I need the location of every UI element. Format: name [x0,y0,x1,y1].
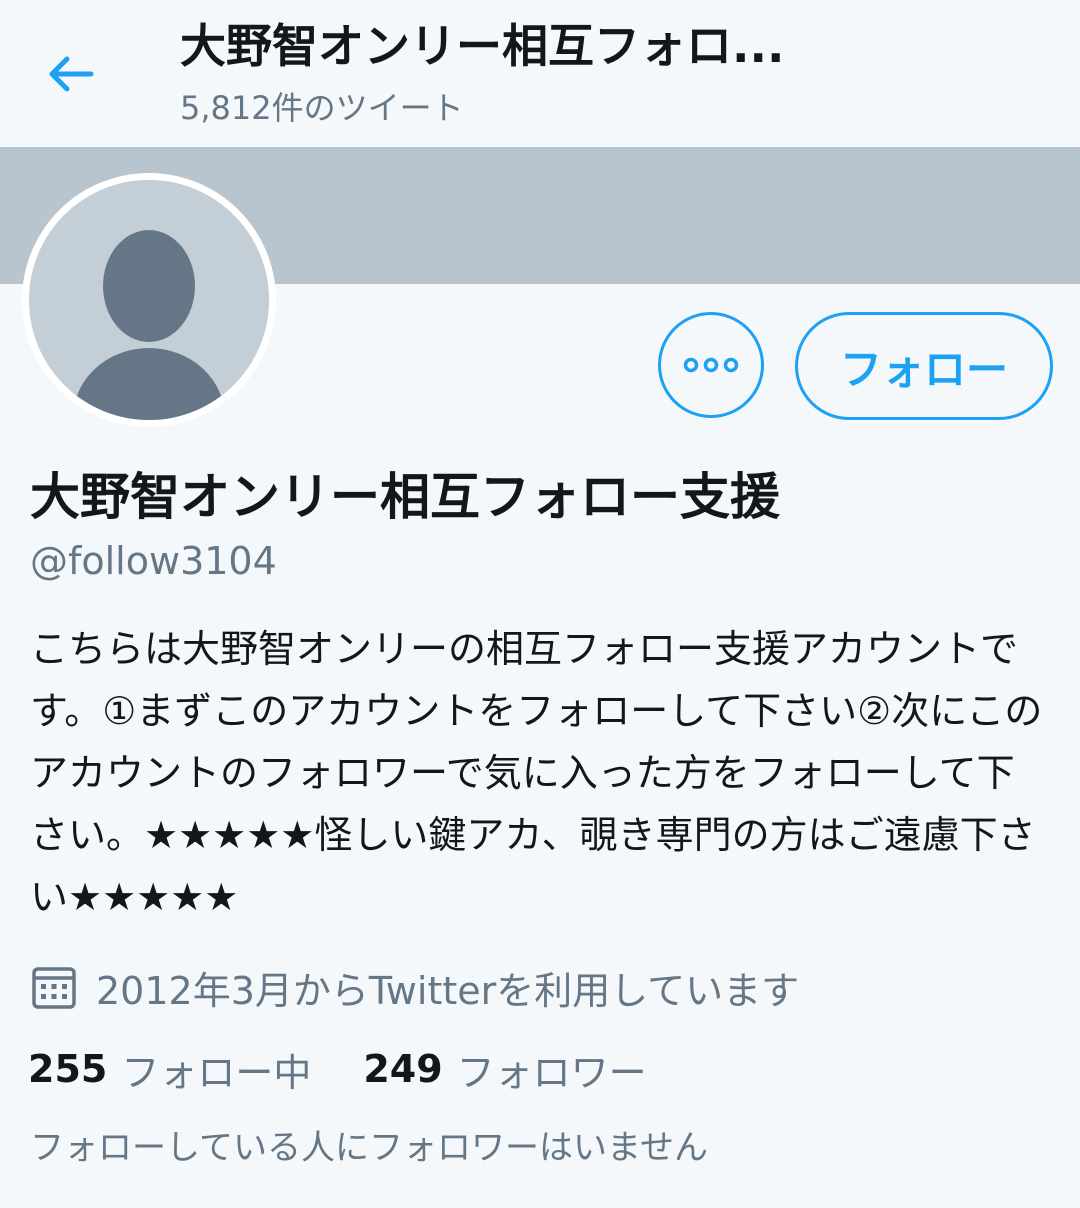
followers-stat[interactable]: 249 フォロワー [363,1042,646,1097]
mutual-followers-note: フォローしている人にフォロワーはいません [30,1128,708,1168]
following-stat[interactable]: 255 フォロー中 [28,1042,311,1097]
join-date: 2012年3月からTwitterを利用しています [30,958,799,1016]
user-handle: @follow3104 [30,539,277,583]
profile-bio: こちらは大野智オンリーの相互フォロー支援アカウントです。①まずこのアカウントをフ… [30,627,1043,919]
follow-button[interactable]: フォロー [795,312,1053,420]
display-name: 大野智オンリー相互フォロー支援 [30,468,780,526]
join-date-text: 2012年3月からTwitterを利用しています [96,968,800,1013]
header-title: 大野智オンリー相互フォロ... [180,19,785,73]
follow-stats: 255 フォロー中 249 フォロワー [28,1040,647,1098]
calendar-icon [30,963,78,1011]
followers-count: 249 [363,1047,443,1091]
tweet-count: 5,812件のツイート [180,89,464,127]
app-header: 大野智オンリー相互フォロ... 5,812件のツイート [0,0,1080,147]
following-count: 255 [28,1047,108,1091]
avatar[interactable] [29,180,269,420]
default-avatar-icon [29,180,269,420]
more-options-icon [683,357,739,373]
more-options-button[interactable] [658,312,764,418]
arrow-left-icon [49,56,94,92]
followers-label: フォロワー [456,1050,647,1095]
back-button[interactable] [40,48,100,100]
following-label: フォロー中 [121,1050,312,1095]
